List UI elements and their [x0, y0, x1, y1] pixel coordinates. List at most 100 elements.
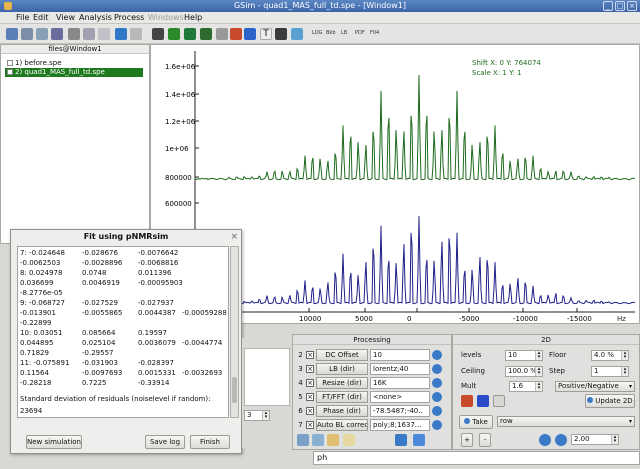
- fit-log[interactable]: 7: -0.024648 -0.028676 -0.0076642 -0.006250…: [17, 246, 229, 418]
- levels-spinner[interactable]: 10 ▴ ▾: [505, 350, 543, 361]
- step-enable-checkbox[interactable]: ×: [306, 421, 314, 429]
- step-apply-icon[interactable]: [432, 364, 442, 374]
- save-icon[interactable]: [21, 28, 33, 40]
- floor-spinner[interactable]: 4.0 % ▴ ▾: [591, 350, 629, 361]
- step-button[interactable]: DC Offset: [316, 349, 368, 361]
- link-icon[interactable]: [130, 28, 142, 40]
- step-apply-icon[interactable]: [432, 392, 442, 402]
- fit-log-scrollbar[interactable]: [230, 246, 239, 418]
- f04-button[interactable]: F04: [370, 30, 379, 36]
- grid-icon[interactable]: [493, 395, 505, 407]
- contour-mode-select[interactable]: Positive/Negative ▾: [555, 381, 635, 392]
- step-apply-icon[interactable]: [432, 420, 442, 430]
- copy-step-icon[interactable]: [312, 434, 324, 446]
- log-row: -0.28218 0.7225 -0.33914: [20, 379, 228, 387]
- menu-windows[interactable]: Windows: [148, 13, 184, 22]
- save-as-icon[interactable]: [36, 28, 48, 40]
- close-button[interactable]: ×: [627, 1, 637, 11]
- export-icon[interactable]: [291, 28, 303, 40]
- step-apply-icon[interactable]: [432, 350, 442, 360]
- maximize-button[interactable]: □: [615, 1, 625, 11]
- step-parameter-field[interactable]: 16K: [370, 377, 430, 389]
- step-parameter-field[interactable]: -78.5487;-40..: [370, 405, 430, 417]
- save-log-button[interactable]: Save log: [145, 435, 185, 449]
- menu-analysis[interactable]: Analysis: [79, 13, 112, 22]
- take-target-select[interactable]: row ▾: [497, 416, 635, 427]
- step-button[interactable]: LB (dir): [316, 363, 368, 375]
- settings-icon[interactable]: [68, 28, 80, 40]
- update-2d-button[interactable]: Update 2D: [585, 394, 635, 408]
- log-cell: 0.0046919: [82, 279, 120, 287]
- paste-icon[interactable]: [98, 28, 110, 40]
- color-positive-icon[interactable]: [461, 395, 473, 407]
- peak-pick-icon[interactable]: [230, 28, 242, 40]
- step-parameter-field[interactable]: poly;8;1637...: [370, 419, 430, 431]
- run-icon[interactable]: [327, 434, 339, 446]
- scrollbar-thumb[interactable]: [232, 377, 237, 403]
- step-enable-checkbox[interactable]: ×: [306, 365, 314, 373]
- log-button[interactable]: LOG: [312, 30, 322, 36]
- file-checkbox[interactable]: [7, 60, 13, 66]
- refresh-icon[interactable]: [115, 28, 127, 40]
- file-icon[interactable]: [343, 434, 355, 446]
- zoom-out-icon[interactable]: [539, 434, 551, 446]
- print-icon[interactable]: [51, 28, 63, 40]
- apply-all-icon[interactable]: [413, 434, 425, 446]
- step-enable-checkbox[interactable]: ×: [306, 379, 314, 387]
- step-enable-checkbox[interactable]: ×: [306, 393, 314, 401]
- minus-button[interactable]: -: [479, 433, 491, 447]
- step-apply-icon[interactable]: [432, 406, 442, 416]
- log-cell: 0.036699: [20, 279, 54, 287]
- step-enable-checkbox[interactable]: ×: [306, 351, 314, 359]
- color-negative-icon[interactable]: [477, 395, 489, 407]
- scale-spinner[interactable]: 2.00 ▴ ▾: [571, 434, 619, 445]
- step-parameter-field[interactable]: lorentz;40: [370, 363, 430, 375]
- apply-icon[interactable]: [395, 434, 407, 446]
- step-button[interactable]: FT/FFT (dir): [316, 391, 368, 403]
- file-checkbox[interactable]: [7, 69, 13, 75]
- vertical-scale-icon[interactable]: [184, 28, 196, 40]
- log-cell: 7: -0.024648: [20, 249, 65, 257]
- step-button[interactable]: Phase (dir): [316, 405, 368, 417]
- step-parameter-field[interactable]: 10: [370, 349, 430, 361]
- finish-button[interactable]: Finish: [190, 435, 230, 449]
- close-icon[interactable]: ×: [230, 232, 238, 242]
- marker-icon[interactable]: [244, 28, 256, 40]
- menu-edit[interactable]: Edit: [33, 13, 49, 22]
- bkb-button[interactable]: Bkb: [326, 30, 336, 36]
- step-spinner[interactable]: 1 ▴ ▾: [591, 366, 629, 377]
- zoom-region-icon[interactable]: [152, 28, 164, 40]
- file-item[interactable]: 1) before.spe: [7, 59, 62, 68]
- index-spinner[interactable]: 3 ▴ ▾: [244, 410, 270, 421]
- zoom-in-icon[interactable]: [555, 434, 567, 446]
- open-icon[interactable]: [6, 28, 18, 40]
- step-enable-checkbox[interactable]: ×: [306, 407, 314, 415]
- step-button[interactable]: Auto BL correction: [316, 419, 368, 431]
- pdf-button[interactable]: PDF: [355, 30, 365, 36]
- menu-process[interactable]: Process: [114, 13, 144, 22]
- lb-button[interactable]: LB: [341, 30, 347, 36]
- move-icon[interactable]: [168, 28, 180, 40]
- new-simulation-button[interactable]: New simulation: [26, 435, 82, 449]
- ceiling-spinner[interactable]: 100.0 % ▴ ▾: [505, 366, 543, 377]
- plus-button[interactable]: +: [461, 433, 473, 447]
- file-item-selected[interactable]: 2) quad1_MAS_full_td.spe: [5, 68, 143, 77]
- add-step-icon[interactable]: [297, 434, 309, 446]
- pencil-icon[interactable]: [275, 28, 287, 40]
- command-input[interactable]: ph: [313, 451, 640, 465]
- step-apply-icon[interactable]: [432, 378, 442, 388]
- log-cell: -0.0062503: [20, 259, 61, 267]
- mult-spinner[interactable]: 1.6 ▴ ▾: [509, 381, 543, 392]
- menu-file[interactable]: File: [16, 13, 29, 22]
- take-button[interactable]: Take: [459, 415, 493, 429]
- copy-icon[interactable]: [83, 28, 95, 40]
- cross-icon[interactable]: [216, 28, 228, 40]
- step-parameter-field[interactable]: <none>: [370, 391, 430, 403]
- text-icon[interactable]: T: [260, 28, 272, 40]
- step-button[interactable]: Resize (dir): [316, 377, 368, 389]
- menu-help[interactable]: Help: [184, 13, 202, 22]
- step-number: 5: [298, 393, 303, 401]
- gear-icon[interactable]: [200, 28, 212, 40]
- menu-view[interactable]: View: [56, 13, 75, 22]
- minimize-button[interactable]: _: [603, 1, 613, 11]
